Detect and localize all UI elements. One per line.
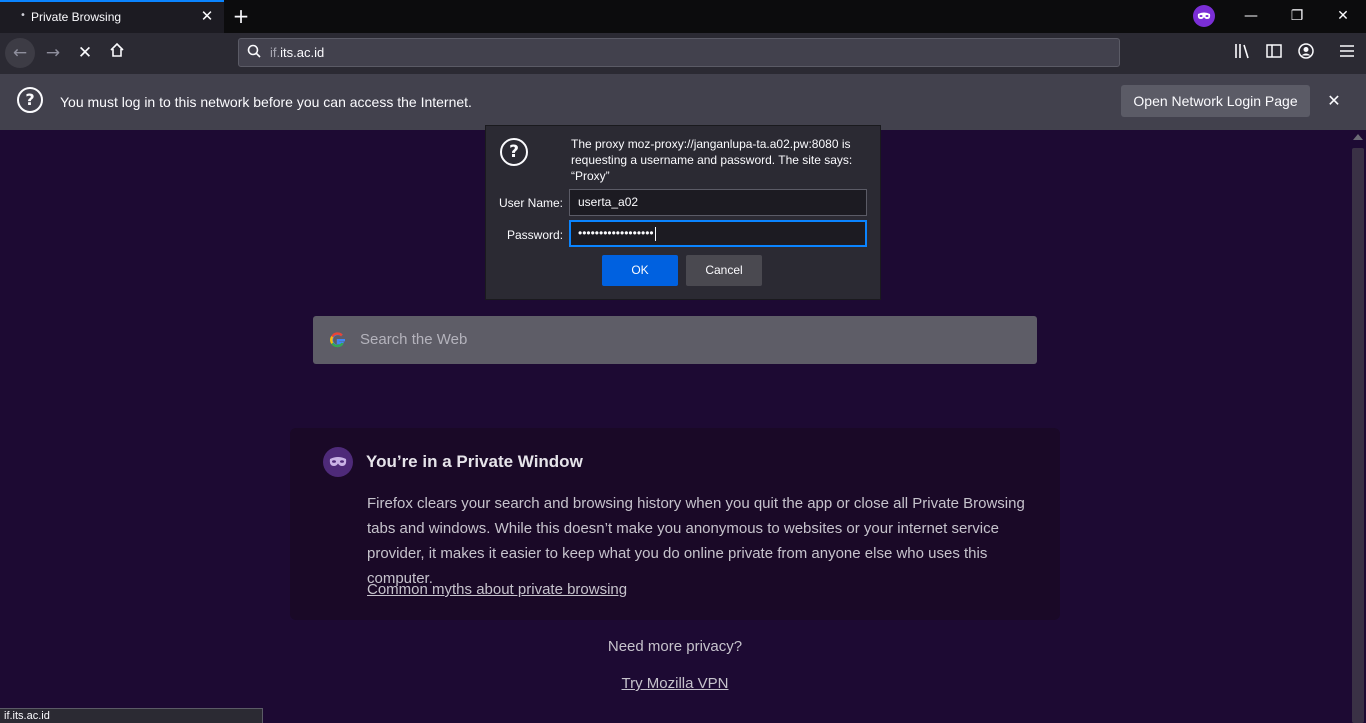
private-browsing-myths-link[interactable]: Common myths about private browsing [367,581,627,598]
private-dot-icon: • [20,10,26,21]
google-icon [330,332,345,348]
open-network-login-button[interactable]: Open Network Login Page [1121,85,1310,117]
password-field[interactable]: •••••••••••••••••• [569,220,867,247]
notification-close-icon[interactable]: ✕ [1324,91,1344,111]
question-icon: ? [500,138,528,166]
library-icon[interactable] [1233,43,1253,63]
page-scrollbar[interactable] [1350,130,1366,723]
private-browsing-mask-icon [1193,5,1215,27]
username-field[interactable]: userta_a02 [569,189,867,216]
tab-close-icon[interactable]: ✕ [199,8,215,24]
stop-loading-button[interactable]: ✕ [70,38,100,68]
proxy-auth-dialog: ? The proxy moz-proxy://janganlupa-ta.a0… [485,125,881,300]
cancel-button[interactable]: Cancel [686,255,762,286]
private-window-info-card: You’re in a Private Window Firefox clear… [290,428,1060,620]
more-privacy-text: Need more privacy? [607,638,743,655]
home-button[interactable] [102,38,132,68]
private-mask-icon [323,447,353,477]
mozilla-vpn-link[interactable]: Try Mozilla VPN [622,675,729,692]
web-search-input[interactable]: Search the Web [313,316,1037,364]
captive-portal-notification: ? You must log in to this network before… [0,74,1366,130]
tab-title: Private Browsing [31,10,122,24]
private-window-title: You’re in a Private Window [366,452,583,471]
close-window-button[interactable]: ✕ [1320,0,1366,33]
back-button[interactable]: ← [5,38,35,68]
password-label: Password: [507,228,564,242]
account-icon[interactable] [1296,43,1316,63]
search-icon [247,44,261,58]
question-icon: ? [17,87,43,113]
ok-button[interactable]: OK [602,255,678,286]
minimize-button[interactable]: — [1228,0,1274,33]
status-url: if.its.ac.id [0,708,263,723]
scroll-up-arrow-icon[interactable] [1353,134,1363,140]
dialog-message: The proxy moz-proxy://janganlupa-ta.a02.… [571,137,853,183]
address-bar[interactable]: if.its.ac.id [238,38,1120,67]
password-dots: •••••••••••••••••• [578,226,654,240]
scrollbar-thumb[interactable] [1352,148,1364,723]
private-window-description: Firefox clears your search and browsing … [367,495,1025,587]
sidebar-icon[interactable] [1264,43,1284,63]
search-placeholder: Search the Web [360,331,468,348]
url-text: if.its.ac.id [270,45,325,60]
tab-private-browsing[interactable]: • Private Browsing ✕ [0,0,224,33]
new-tab-button[interactable]: + [230,6,252,26]
navigation-toolbar: ← → ✕ if.its.ac.id [0,33,1366,74]
menu-icon[interactable] [1337,43,1357,63]
text-caret [654,226,656,241]
restore-button[interactable]: ❐ [1274,0,1320,33]
tab-strip: • Private Browsing ✕ + — ❐ ✕ [0,0,1366,33]
notification-message: You must log in to this network before y… [60,94,472,110]
forward-button[interactable]: → [38,38,68,68]
username-label: User Name: [499,196,564,210]
home-icon [110,42,124,57]
